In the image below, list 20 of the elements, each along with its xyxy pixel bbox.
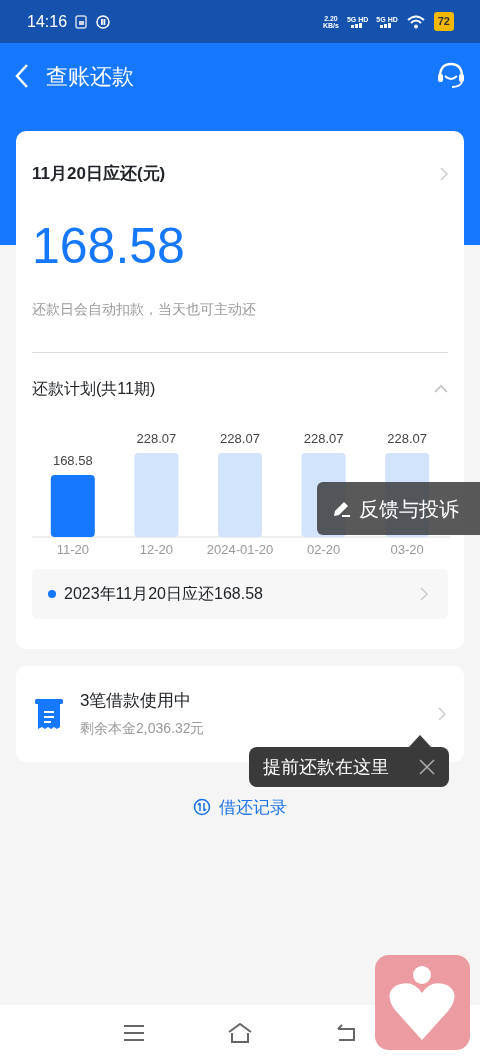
- plan-title: 还款计划(共11期): [32, 378, 156, 399]
- due-amount: 168.58: [32, 220, 186, 271]
- auto-debit-note: 还款日会自动扣款，当天也可主动还: [32, 299, 257, 319]
- value-label: 228.07: [387, 430, 428, 446]
- remaining-principal: 剩余本金2,036.32元: [80, 718, 205, 738]
- value-label: 228.07: [136, 430, 177, 446]
- date-label: 12-20: [139, 541, 174, 557]
- battery-indicator: 72: [433, 12, 454, 31]
- page-title: 查账还款: [46, 62, 134, 91]
- date-label: 2024-01-20: [206, 541, 274, 557]
- date-label: 02-20: [307, 541, 341, 557]
- value-label: 228.07: [303, 430, 344, 446]
- status-time: 14:16: [27, 11, 68, 32]
- value-label: 228.07: [220, 430, 260, 446]
- loans-title: 3笔借款使用中: [80, 690, 193, 713]
- due-date-title: 11月20日应还(元): [32, 163, 166, 185]
- summary-text: 2023年11月20日应还168.58: [64, 583, 263, 604]
- date-label: 11-20: [56, 541, 89, 557]
- date-label: 03-20: [390, 541, 424, 557]
- value-label: 168.58: [52, 452, 93, 468]
